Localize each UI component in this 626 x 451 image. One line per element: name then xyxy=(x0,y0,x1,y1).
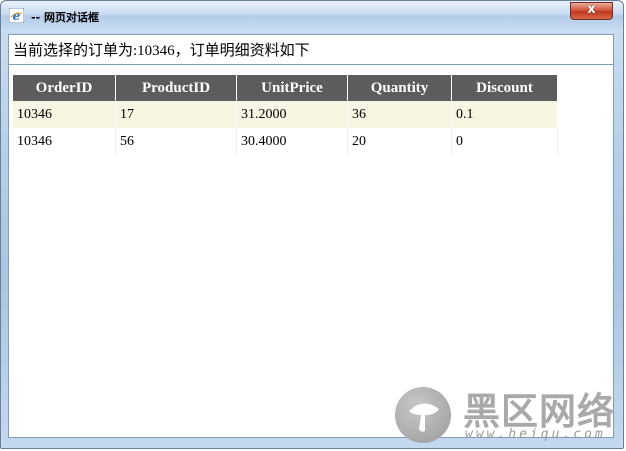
close-icon: x xyxy=(587,2,596,17)
ie-icon: e xyxy=(9,8,24,23)
table-header-row: OrderID ProductID UnitPrice Quantity Dis… xyxy=(13,75,557,101)
close-button[interactable]: x xyxy=(570,2,613,20)
cell-unitprice: 31.2000 xyxy=(236,101,348,128)
title-bar[interactable]: e -- 网页对话框 x xyxy=(1,1,623,29)
cell-productid: 56 xyxy=(115,128,237,155)
divider xyxy=(9,64,613,65)
order-heading: 当前选择的订单为:10346，订单明细资料如下 xyxy=(13,43,310,59)
cell-discount: 0 xyxy=(451,128,558,155)
column-header-unitprice: UnitPrice xyxy=(236,75,348,101)
cell-orderid: 10346 xyxy=(13,101,116,128)
svg-text:e: e xyxy=(13,9,21,23)
cell-discount: 0.1 xyxy=(451,101,558,128)
cell-orderid: 10346 xyxy=(13,128,116,155)
column-header-productid: ProductID xyxy=(115,75,237,101)
window-title: -- 网页对话框 xyxy=(31,11,99,24)
watermark-url: www.heiqu.com xyxy=(465,427,606,442)
order-details-table: OrderID ProductID UnitPrice Quantity Dis… xyxy=(13,75,558,155)
cell-productid: 17 xyxy=(115,101,237,128)
table-row: 10346 56 30.4000 20 0 xyxy=(13,128,558,155)
column-header-quantity: Quantity xyxy=(347,75,452,101)
column-header-orderid: OrderID xyxy=(13,75,116,101)
cell-unitprice: 30.4000 xyxy=(236,128,348,155)
dialog-window: e -- 网页对话框 x 当前选择的订单为:10346，订单明细资料如下 Ord… xyxy=(0,0,624,449)
watermark-logo-icon xyxy=(395,387,451,443)
column-header-discount: Discount xyxy=(451,75,557,101)
watermark: 黑区网络 www.heiqu.com xyxy=(389,381,614,443)
cell-quantity: 20 xyxy=(347,128,452,155)
dialog-content: 当前选择的订单为:10346，订单明细资料如下 OrderID ProductI… xyxy=(8,34,614,438)
cell-quantity: 36 xyxy=(347,101,452,128)
table-row: 10346 17 31.2000 36 0.1 xyxy=(13,101,558,128)
